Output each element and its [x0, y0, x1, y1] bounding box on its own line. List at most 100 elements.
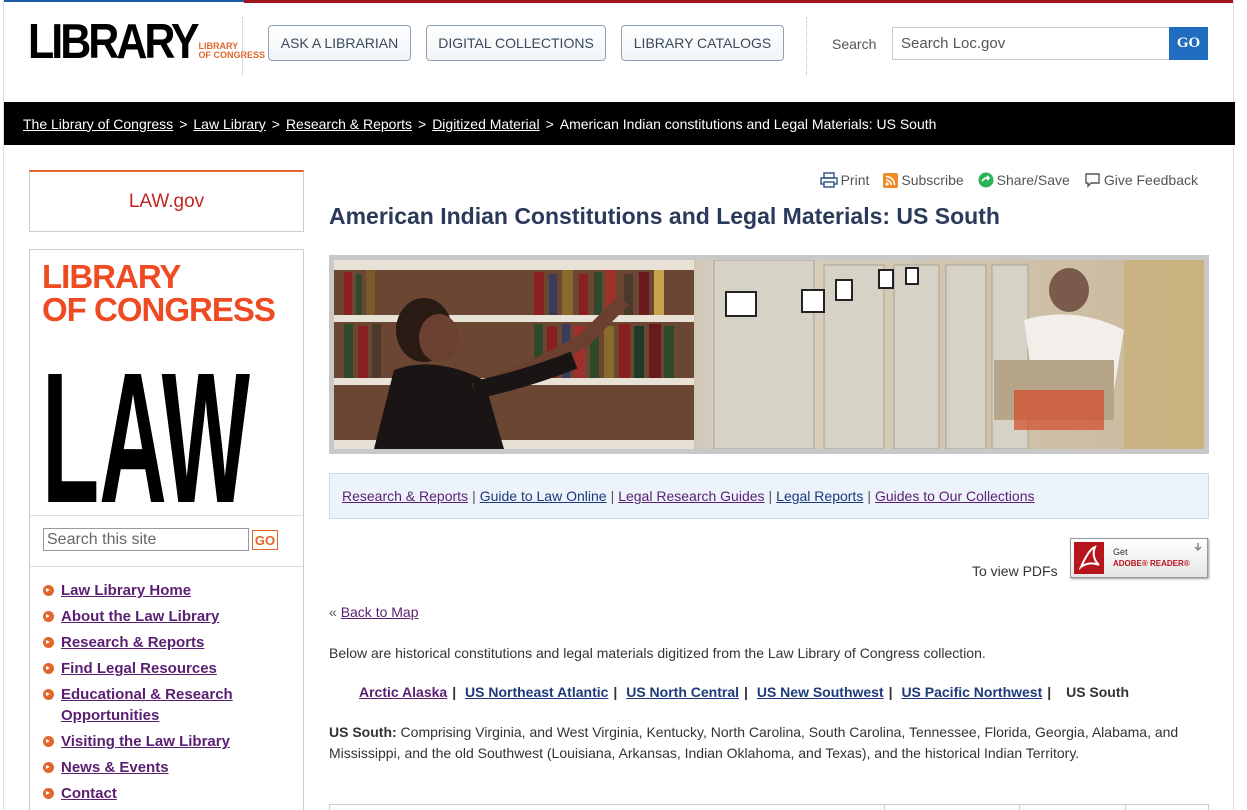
law-gov-label: LAW.gov — [128, 190, 205, 212]
subnav-separator: | — [610, 488, 615, 504]
table-border — [1125, 805, 1126, 810]
rss-icon — [883, 172, 899, 188]
sidebar-nav-item[interactable]: Research & Reports — [43, 632, 246, 653]
logo-sub-line-2: OF CONGRESS — [198, 50, 266, 60]
region-description-text: Comprising Virginia, and West Virginia, … — [329, 724, 1179, 761]
print-tool[interactable]: Print — [819, 172, 870, 188]
hero-photo — [334, 260, 1204, 449]
speech-bubble-icon — [1085, 173, 1100, 188]
arrow-bullet-icon — [43, 788, 54, 799]
sidebar-nav-item[interactable]: News & Events — [43, 757, 246, 778]
subnav-link[interactable]: Research & Reports — [342, 488, 468, 504]
breadcrumb-separator: > — [418, 115, 427, 132]
region-separator: | — [613, 684, 618, 700]
back-arrow-icon: « — [329, 604, 337, 620]
arrow-bullet-icon — [43, 663, 54, 674]
sidebar-nav-item[interactable]: Contact — [43, 783, 246, 804]
region-separator: | — [1047, 684, 1052, 700]
sidebar-nav-item[interactable]: Law Library Home — [43, 580, 246, 601]
pdf-viewer-label: To view PDFs — [972, 563, 1058, 579]
region-separator: | — [744, 684, 748, 700]
sidebar-nav-link[interactable]: Law Library Home — [61, 580, 191, 601]
breadcrumb-item[interactable]: Law Library — [193, 116, 265, 132]
subnav-separator: | — [867, 488, 871, 504]
sidebar-nav-item[interactable]: Visiting the Law Library — [43, 731, 246, 752]
logo-line-1: LIBRARY — [42, 258, 181, 295]
breadcrumb: The Library of Congress > Law Library > … — [4, 102, 1235, 145]
search-go-button[interactable]: GO — [1169, 27, 1208, 60]
current-region: US South — [1066, 684, 1130, 700]
site-search-input[interactable]: Search this site — [43, 528, 249, 551]
printer-icon — [819, 172, 838, 188]
sidebar-nav-item[interactable]: Educational & Research Opportunities — [43, 684, 246, 726]
get-adobe-reader-button[interactable]: Get ADOBE® READER® — [1070, 538, 1208, 578]
region-description-label: US South: — [329, 724, 397, 740]
share-label: Share/Save — [996, 172, 1070, 188]
page-frame: LIBRARY LIBRARY OF CONGRESS ASK A LIBRAR… — [3, 0, 1235, 810]
library-stacks-photo — [334, 260, 1204, 449]
share-icon — [978, 172, 994, 188]
subnav-link[interactable]: Legal Research Guides — [618, 488, 764, 504]
subnav-separator: | — [768, 488, 773, 504]
site-header: LIBRARY LIBRARY OF CONGRESS ASK A LIBRAR… — [4, 5, 1235, 102]
breadcrumb-separator: > — [545, 115, 554, 132]
page-tools: Print Subscribe Share/Save Give Feedback — [819, 172, 1198, 188]
search-input[interactable]: Search Loc.gov — [892, 27, 1170, 60]
region-link[interactable]: US Pacific Northwest — [901, 684, 1042, 700]
subscribe-label: Subscribe — [901, 172, 964, 188]
sub-navigation: Research & Reports | Guide to Law Online |… — [329, 473, 1209, 519]
breadcrumb-item[interactable]: The Library of Congress — [23, 116, 173, 132]
header-divider — [242, 17, 243, 75]
region-separator: | — [452, 684, 457, 700]
region-separator: | — [888, 684, 893, 700]
arrow-bullet-icon — [43, 736, 54, 747]
site-search-go-button[interactable]: GO — [252, 530, 278, 550]
breadcrumb-current: American Indian constitutions and Legal … — [559, 115, 937, 132]
share-tool[interactable]: Share/Save — [978, 172, 1070, 188]
print-label: Print — [840, 172, 870, 188]
sidebar-nav-item[interactable]: Find Legal Resources — [43, 658, 246, 679]
breadcrumb-item[interactable]: Research & Reports — [286, 116, 412, 132]
back-to-map-link[interactable]: Back to Map — [341, 604, 419, 620]
subnav-separator: | — [472, 488, 476, 504]
sidebar-nav-link[interactable]: Educational & Research Opportunities — [61, 684, 246, 726]
sidebar-divider — [30, 515, 303, 516]
region-link[interactable]: US Northeast Atlantic — [465, 684, 608, 700]
breadcrumb-item[interactable]: Digitized Material — [432, 116, 539, 132]
sidebar-nav-link[interactable]: About the Law Library — [61, 606, 219, 627]
ask-a-librarian-button[interactable]: ASK A LIBRARIAN — [268, 25, 411, 61]
subnav-link[interactable]: Guide to Law Online — [480, 488, 607, 504]
digital-collections-button[interactable]: DIGITAL COLLECTIONS — [426, 25, 606, 61]
law-logo: LAW — [42, 336, 250, 502]
sidebar-nav-item[interactable]: About the Law Library — [43, 606, 246, 627]
region-link[interactable]: US North Central — [626, 684, 739, 700]
arrow-bullet-icon — [43, 637, 54, 648]
logo-word: LIBRARY — [28, 14, 200, 70]
region-link[interactable]: Arctic Alaska — [359, 684, 447, 700]
sidebar: LIBRARY OF CONGRESS LAW Search this site… — [29, 249, 304, 810]
arrow-bullet-icon — [43, 585, 54, 596]
arrow-bullet-icon — [43, 762, 54, 773]
subnav-link[interactable]: Guides to Our Collections — [875, 488, 1035, 504]
law-gov-banner[interactable]: LAW.gov — [29, 170, 304, 232]
table-border — [329, 805, 330, 810]
feedback-label: Give Feedback — [1103, 172, 1198, 188]
page-title: American Indian Constitutions and Legal … — [329, 203, 1000, 229]
law-library-logo-text: LIBRARY OF CONGRESS — [42, 258, 276, 326]
back-to-map: « Back to Map — [329, 604, 419, 620]
region-links: Arctic Alaska | US Northeast Atlantic | US… — [359, 684, 1129, 700]
library-catalogs-button[interactable]: LIBRARY CATALOGS — [621, 25, 784, 61]
adobe-reader-icon: Get ADOBE® READER® — [1074, 542, 1202, 574]
sidebar-nav-link[interactable]: Research & Reports — [61, 632, 204, 653]
subscribe-tool[interactable]: Subscribe — [883, 172, 964, 188]
sidebar-nav-link[interactable]: Contact — [61, 783, 117, 804]
law-logo-word: LAW — [42, 336, 250, 502]
loc-logo[interactable]: LIBRARY LIBRARY OF CONGRESS — [28, 14, 266, 70]
region-link[interactable]: US New Southwest — [757, 684, 884, 700]
sidebar-nav-link[interactable]: Find Legal Resources — [61, 658, 217, 679]
sidebar-divider — [30, 566, 303, 567]
subnav-link[interactable]: Legal Reports — [776, 488, 863, 504]
sidebar-nav-link[interactable]: News & Events — [61, 757, 169, 778]
sidebar-nav-link[interactable]: Visiting the Law Library — [61, 731, 230, 752]
feedback-tool[interactable]: Give Feedback — [1084, 172, 1198, 188]
